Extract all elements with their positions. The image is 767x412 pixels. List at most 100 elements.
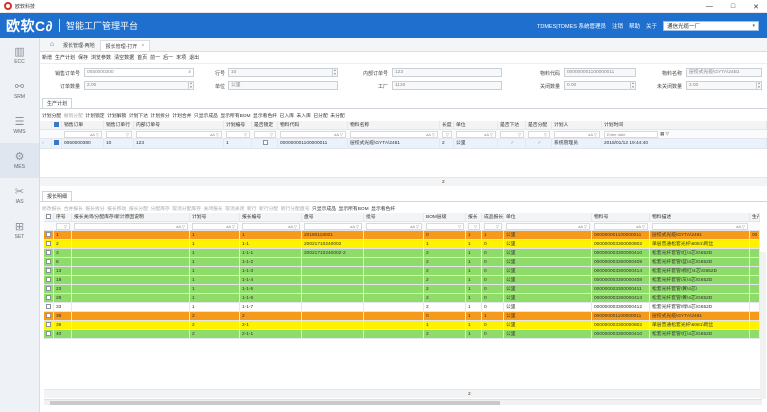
checkbox-icon[interactable]: [46, 231, 51, 237]
table-row[interactable]: 3 1 1-1-1 20021710240002-2 2 1 0 公里 000000003300…: [44, 249, 760, 258]
col-header[interactable]: 批号: [364, 213, 424, 222]
row-checkbox[interactable]: [44, 312, 54, 321]
plan-action-lock[interactable]: 计划锁定: [85, 112, 104, 119]
detail-action-show-bom[interactable]: 显示所有BOM: [339, 205, 369, 212]
detail-action-new-row[interactable]: 新行: [247, 205, 257, 212]
filter-input[interactable]: aA ▽: [304, 223, 362, 230]
checkbox-icon[interactable]: [46, 276, 51, 282]
col-header[interactable]: BOM层级: [424, 213, 466, 222]
plan-action-only-finished[interactable]: 只显示成品: [194, 112, 218, 119]
unit-field[interactable]: 公里: [228, 81, 338, 90]
home-icon[interactable]: ⌂: [46, 37, 58, 51]
sidebar-item-set[interactable]: ⊞ SET: [0, 213, 39, 248]
plan-action-not-in-stock[interactable]: 未入库: [296, 112, 310, 119]
table-row[interactable]: 23 1 1-1-5 2 1 0 公里 000000003300000411 松套光纤套管\黄\…: [44, 285, 760, 294]
plan-action-release[interactable]: 计划下达: [129, 112, 148, 119]
col-header[interactable]: 是否分配: [526, 121, 552, 130]
checkbox-icon[interactable]: [46, 240, 51, 246]
col-header[interactable]: 是否锁定: [252, 121, 278, 130]
detail-action-close[interactable]: 关闭报长: [204, 205, 223, 212]
logout-link[interactable]: 注销: [612, 22, 623, 30]
sidebar-item-srm[interactable]: ⚯ SRM: [0, 73, 39, 108]
select-all-header[interactable]: [44, 213, 54, 222]
col-header[interactable]: 物料描述: [650, 213, 750, 222]
row-checkbox[interactable]: [44, 294, 54, 303]
col-header[interactable]: 盘号: [302, 213, 364, 222]
plan-action-unlock[interactable]: 计划解锁: [107, 112, 126, 119]
checkbox-icon[interactable]: [54, 121, 59, 127]
stepper-icon[interactable]: ▲ ▼: [756, 81, 761, 89]
tab-length-details[interactable]: 报长明细: [42, 191, 73, 201]
stepper-icon[interactable]: ▲ ▼: [188, 81, 193, 89]
col-header[interactable]: 物料代码: [278, 121, 348, 130]
select-all-header[interactable]: [52, 121, 62, 130]
filter-input[interactable]: aA ▽: [242, 223, 300, 230]
filter-input[interactable]: ▽: [442, 131, 452, 138]
detail-action-only-finished[interactable]: 只显示成品: [312, 205, 336, 212]
table-row[interactable]: 1 1 1 20180118001 0 1 1 公里 000000001100000011 层绞式…: [44, 231, 760, 240]
stepper-icon[interactable]: ▲ ▼: [332, 68, 337, 76]
table-row[interactable]: 8 1 1-1-2 2 1 0 公里 000000003300000409 松套光纤套管\蓝\4…: [44, 258, 760, 267]
col-header[interactable]: 销售订单行: [104, 121, 134, 130]
row-checkbox[interactable]: [44, 267, 54, 276]
checkbox-icon[interactable]: [46, 267, 51, 273]
checkbox-icon[interactable]: [46, 330, 51, 336]
closed-qty-field[interactable]: 0.00 ▲ ▼: [564, 81, 636, 90]
toolbar-prev-button[interactable]: 前一: [150, 54, 160, 61]
cell-locked[interactable]: [252, 139, 278, 148]
filter-input[interactable]: aA ▽: [554, 131, 600, 138]
col-header[interactable]: 计划人: [552, 121, 602, 130]
order-qty-field[interactable]: 2.00 ▲ ▼: [84, 81, 194, 90]
plan-action-unallocated[interactable]: 未分配: [330, 112, 344, 119]
row-checkbox[interactable]: [44, 240, 54, 249]
line-no-field[interactable]: 10 ▲ ▼: [228, 68, 338, 77]
scrollbar-thumb[interactable]: [50, 401, 500, 405]
sidebar-item-mes[interactable]: ⚙ MES: [0, 143, 39, 178]
about-link[interactable]: 关于: [646, 22, 657, 30]
checkbox-icon[interactable]: [46, 312, 51, 318]
tab-length-manage-open[interactable]: 报长管理-打开 ×: [99, 40, 151, 51]
toolbar-new-button[interactable]: 新增: [42, 54, 52, 61]
table-row[interactable]: 18 1 1-1-4 2 1 0 公里 000000003300000408 松套光纤套管\灰\…: [44, 276, 760, 285]
table-row[interactable]: 2 1 1-1 20021710240002 1 1 0 公里 0000000033000008…: [44, 240, 760, 249]
filter-input[interactable]: aA ▽: [192, 223, 238, 230]
toolbar-browse-button[interactable]: 浏览参数: [91, 54, 111, 61]
internal-order-field[interactable]: 123: [392, 68, 502, 77]
col-header[interactable]: 计划编号: [224, 121, 252, 130]
vertical-scrollbar[interactable]: [760, 252, 766, 399]
col-header[interactable]: 物料名称: [348, 121, 440, 130]
col-header[interactable]: 物料号: [592, 213, 650, 222]
table-row[interactable]: 40 2 2-1-1 2 1 0 公里 000000003300000410 松套光纤套管\红\…: [44, 330, 760, 339]
toolbar-plan-button[interactable]: 生产计划: [55, 54, 75, 61]
col-header[interactable]: 报长关闭/分配库存/新计原因说明: [72, 213, 190, 222]
detail-action-edit[interactable]: 修改报长: [42, 205, 61, 212]
sidebar-item-wms[interactable]: ☰ WMS: [0, 108, 39, 143]
filter-input[interactable]: ▽: [484, 223, 502, 230]
filter-input[interactable]: aA ▽: [350, 131, 438, 138]
filter-input[interactable]: ▽: [226, 131, 250, 138]
filter-input[interactable]: aA ▽: [136, 131, 222, 138]
toolbar-next-button[interactable]: 后一: [163, 54, 173, 61]
col-header[interactable]: 计划时间: [602, 121, 767, 130]
table-row[interactable]: › 0050000380 10 123 1 000000001100000011…: [40, 139, 767, 149]
detail-action-allocate-stock[interactable]: 分配库存: [151, 205, 170, 212]
detail-action-allocate[interactable]: 报长分配: [129, 205, 148, 212]
plan-action-in-stock[interactable]: 已入库: [280, 112, 294, 119]
filter-input[interactable]: aA ▽: [652, 223, 748, 230]
plan-action-show-color[interactable]: 显示看色纤: [253, 112, 277, 119]
close-button[interactable]: ✕: [753, 3, 759, 11]
detail-action-new-row-reel[interactable]: 新行分配盘号: [281, 205, 310, 212]
filter-input[interactable]: aA ▽: [506, 223, 590, 230]
checkbox-icon[interactable]: [46, 249, 51, 255]
plan-action-undo-allocate[interactable]: 撤销分配: [64, 112, 83, 119]
toolbar-clear-button[interactable]: 清空数据: [114, 54, 134, 61]
plan-action-split[interactable]: 计划拆分: [151, 112, 170, 119]
col-header[interactable]: 单位: [454, 121, 498, 130]
col-header[interactable]: 计划号: [190, 213, 240, 222]
tab-production-plan[interactable]: 生产计划: [42, 98, 73, 108]
material-name-field[interactable]: 层绞式光缆\GYTA\24B1: [686, 68, 762, 77]
col-header[interactable]: 销售订单: [62, 121, 104, 130]
col-header[interactable]: 是否下达: [498, 121, 526, 130]
table-row[interactable]: 28 1 1-1-6 2 1 0 公里 000000003300000413 松套光纤套管\黄\…: [44, 294, 760, 303]
row-checkbox[interactable]: [44, 321, 54, 330]
